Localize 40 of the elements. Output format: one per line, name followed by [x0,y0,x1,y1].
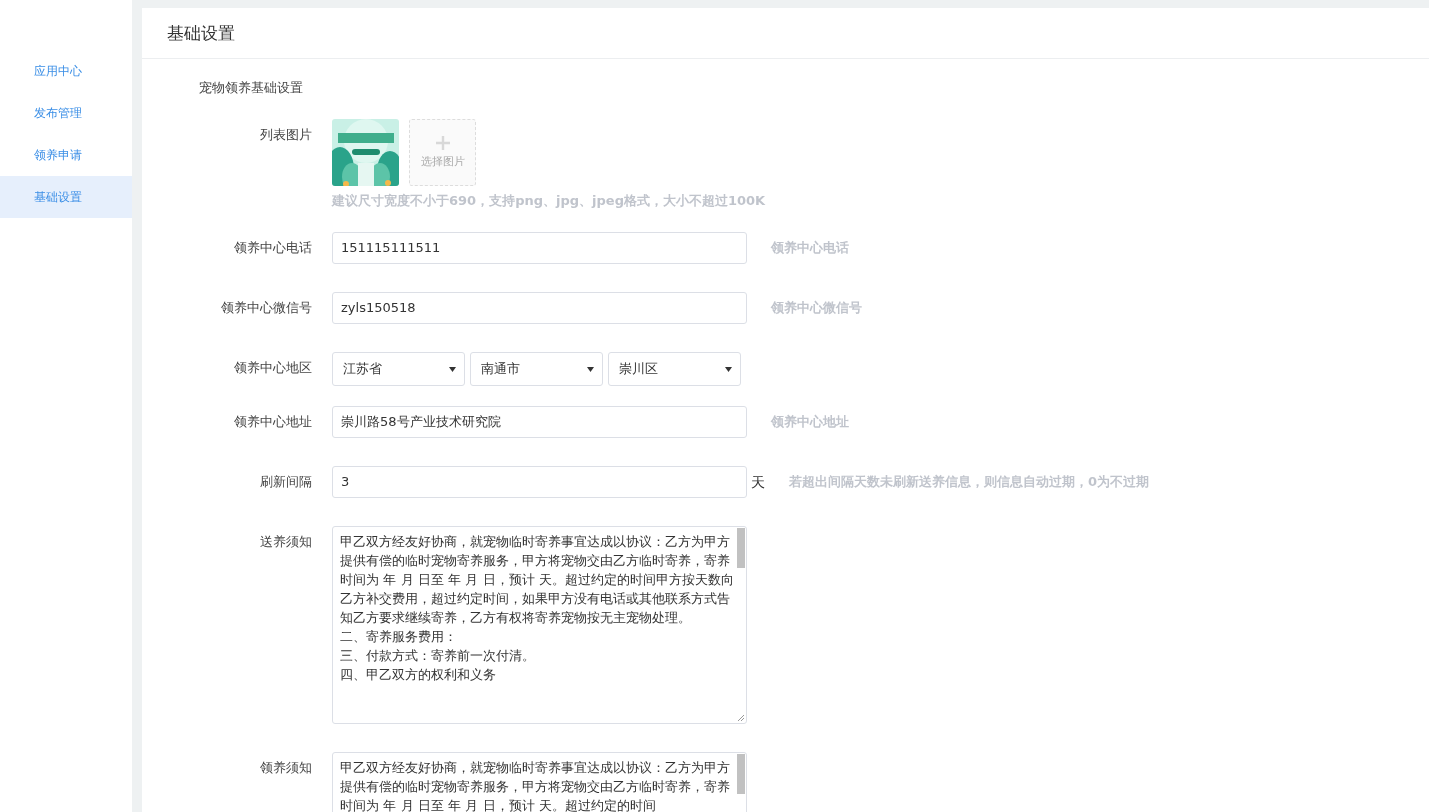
field-label: 领养中心微信号 [220,299,313,317]
input-field[interactable]: 3 [332,466,747,498]
textarea-field[interactable]: 甲乙双方经友好协商，就宠物临时寄养事宜达成以协议：乙方为甲方提供有偿的临时宠物寄养服务，甲方将宠物交由乙方临时寄养，寄养时间为 年 月 日至 年 月 日，预计 天。超过约定的时间 [332,752,747,812]
input-field[interactable]: 151115111511 [332,232,747,264]
sidebar-item[interactable]: 应用中心 [0,50,132,92]
hint-text: 领养中心电话 [771,239,849,257]
section-title: 宠物领养基础设置 [198,79,304,97]
select-field[interactable]: 江苏省 [332,352,465,386]
unit-label: 天 [751,473,765,492]
field-label: 领养须知 [259,759,313,777]
caret-icon [587,366,594,372]
field-label: 领养中心地址 [233,413,313,431]
sidebar-item[interactable]: 领养申请 [0,134,132,176]
select-field[interactable]: 南通市 [470,352,603,386]
field-label: 列表图片 [259,126,313,144]
hint-text: 若超出间隔天数未刷新送养信息，则信息自动过期，0为不过期 [789,473,1150,491]
panel-title: 基础设置 [167,21,235,45]
input-field[interactable]: zyls150518 [332,292,747,324]
resize-grip-icon[interactable] [738,715,744,721]
hint-text: 建议尺寸宽度不小于690，支持png、jpg、jpeg格式，大小不超过100K [332,192,766,210]
sidebar-item[interactable]: 发布管理 [0,92,132,134]
field-label: 刷新间隔 [259,473,313,491]
field-label: 领养中心电话 [233,239,313,257]
text-paragraph: 甲乙双方经友好协商，就宠物临时寄养事宜达成以协议：乙方为甲方提供有偿的临时宠物寄养服务，甲方将宠物交由乙方临时寄养，寄养时间为 年 月 日至 年 月 日，预计 天。超过约定的时间 [340,759,731,812]
scrollbar-thumb[interactable] [737,754,745,794]
field-label: 领养中心地区 [233,359,313,377]
text-paragraph: 四、甲乙双方的权利和义务 [340,666,497,684]
field-label: 送养须知 [259,533,313,551]
text-paragraph: 三、付款方式：寄养前一次付清。 [340,647,536,665]
plus-icon [435,136,450,150]
caret-icon [449,366,456,372]
text-paragraph: 甲乙双方经友好协商，就宠物临时寄养事宜达成以协议：乙方为甲方提供有偿的临时宠物寄养服务，甲方将宠物交由乙方临时寄养，寄养时间为 年 月 日至 年 月 日，预计 天。超过约定的时间甲方按天数向乙方补交费用，超过约定时间，如果甲方没有电话或其他联系方式告知乙方要求继续寄养，乙方有权将寄养宠物按无主宠物处理。 [340,533,735,627]
hint-text: 领养中心地址 [771,413,849,431]
caret-icon [725,366,732,372]
text-paragraph: 二、寄养服务费用： [340,628,458,646]
hint-text: 领养中心微信号 [771,299,862,317]
textarea-field[interactable]: 甲乙双方经友好协商，就宠物临时寄养事宜达成以协议：乙方为甲方提供有偿的临时宠物寄养服务，甲方将宠物交由乙方临时寄养，寄养时间为 年 月 日至 年 月 日，预计 天。超过约定的时间甲方按天数向乙方补交费用，超过约定时间，如果甲方没有电话或其他联系方式告知乙方要求继续寄养，乙方有权将寄养宠物按无主宠物处理。 二、寄养服务费用： 三、付款方式：寄养前一次付清。 四、甲乙双方的权利和义务 [332,526,747,724]
scrollbar-thumb[interactable] [737,528,745,568]
input-field[interactable]: 崇川路58号产业技术研究院 [332,406,747,438]
select-field[interactable]: 崇川区 [608,352,741,386]
